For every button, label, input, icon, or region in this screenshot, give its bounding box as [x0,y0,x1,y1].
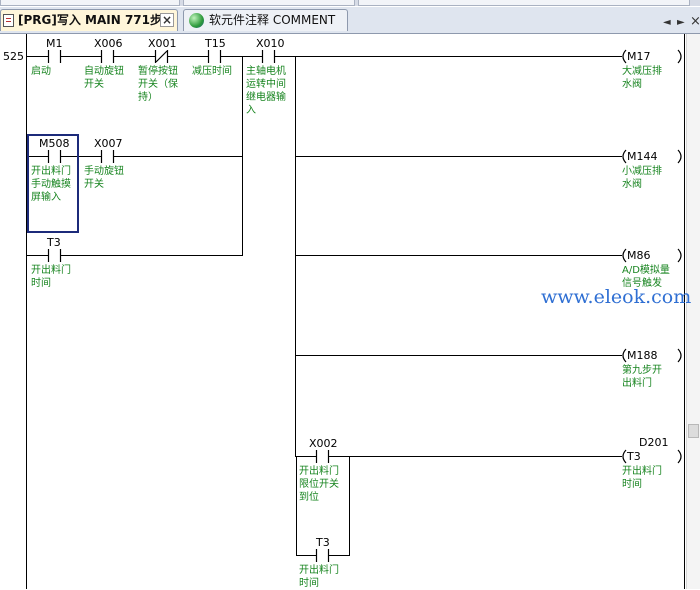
contact-comment-x007: 手动旋钮 开关 [84,166,124,190]
contact-device-x001[interactable]: X001 [148,38,177,50]
contact-x007 [100,150,115,163]
contact-m1 [47,50,62,63]
contact-device-x002[interactable]: X002 [309,438,338,450]
contact-device-t3-hold[interactable]: T3 [316,537,330,549]
contact-x006 [100,50,115,63]
coil-device-m188[interactable]: M188 [627,350,658,362]
contact-x010 [261,50,276,63]
coil-comment-m144: 小减压排 水阀 [622,166,662,190]
contact-comment-x006: 自动旋钮 开关 [84,66,124,90]
contact-comment-x001: 暂停按钮 开关（保 持） [138,66,178,103]
contact-comment-x010: 主轴电机 运转中间 继电器输入 [246,66,286,116]
contact-device-m508[interactable]: M508 [39,138,70,150]
contact-device-t3[interactable]: T3 [47,237,61,249]
contact-t3-branch [47,249,62,262]
contact-x002 [315,450,330,463]
contact-comment-m1: 启动 [31,66,51,77]
contact-comment-m508: 开出料门 手动触摸 屏输入 [31,166,71,203]
coil-device-m17[interactable]: M17 [627,51,651,63]
coil-comment-t3: 开出料门 时间 [622,466,662,490]
contact-comment-t3: 开出料门 时间 [31,265,71,289]
watermark-text: www.eleok.com [541,286,692,308]
contact-device-t15[interactable]: T15 [205,38,226,50]
contact-t3-hold [315,549,330,562]
contact-device-x006[interactable]: X006 [94,38,123,50]
coil-device-m144[interactable]: M144 [627,151,658,163]
contact-device-x010[interactable]: X010 [256,38,285,50]
contact-device-m1[interactable]: M1 [46,38,63,50]
coil-comment-m188: 第九步开 出料门 [622,365,662,389]
contact-device-x007[interactable]: X007 [94,138,123,150]
coil-device-m86[interactable]: M86 [627,250,651,262]
coil-setting-d201[interactable]: D201 [639,437,668,449]
contact-comment-t3-hold: 开出料门 时间 [299,565,339,589]
contact-t15 [207,50,222,63]
coil-comment-m17: 大减压排 水阀 [622,66,662,90]
coil-device-t3[interactable]: T3 [627,451,641,463]
contact-comment-x002: 开出料门 限位开关 到位 [299,466,339,503]
contact-x001-nc [154,50,169,63]
contact-comment-t15: 减压时间 [192,66,232,77]
